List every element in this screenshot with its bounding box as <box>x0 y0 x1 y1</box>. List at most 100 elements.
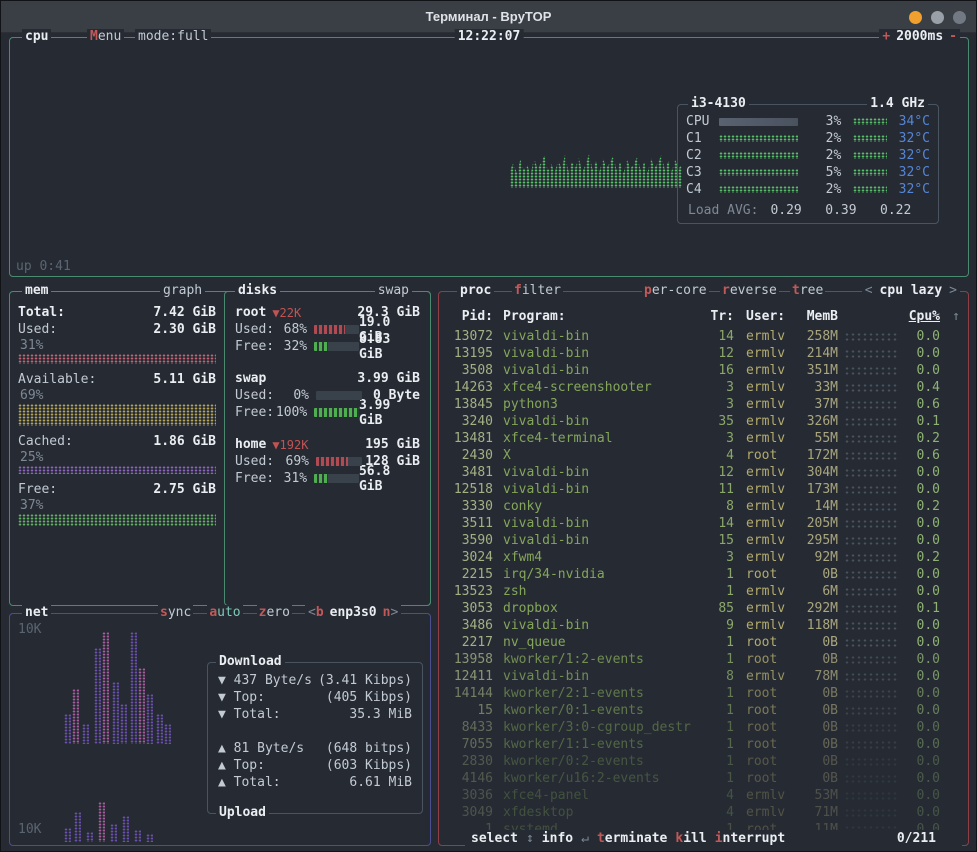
process-row[interactable]: 15 kworker/0:1-events 1 root 0B 0.0 <box>447 702 960 719</box>
disk-name: home <box>235 437 267 452</box>
process-threads: 8 <box>726 669 734 684</box>
disk-free-value: 3.99 GiB <box>359 397 391 428</box>
process-mem: 351M <box>806 363 838 378</box>
column-cpu: Cpu% <box>908 309 940 324</box>
process-row[interactable]: 8433 kworker/3:0-cgroup_destr 1 root 0B … <box>447 719 960 736</box>
process-name: vivaldi-bin <box>503 465 590 480</box>
close-button[interactable] <box>953 10 966 24</box>
maximize-button[interactable] <box>931 10 944 24</box>
cpu-core-row: C2 2% 32°C <box>686 147 930 164</box>
process-row[interactable]: 3330 conky 8 ermlv 14M 0.2 <box>447 498 960 515</box>
process-pid: 14263 <box>453 380 493 395</box>
swap-toggle-button[interactable]: swap <box>374 283 412 299</box>
process-cpu: 0.0 <box>916 567 940 582</box>
process-row[interactable]: 3486 vivaldi-bin 9 ermlv 118M 0.0 <box>447 617 960 634</box>
iface-next-button[interactable]: n> <box>383 605 399 620</box>
process-threads: 3 <box>726 397 734 412</box>
process-name: python3 <box>503 397 558 412</box>
process-cpu-minigraph <box>844 451 898 460</box>
process-row[interactable]: 3036 xfce4-panel 4 ermlv 53M 0.0 <box>447 787 960 804</box>
disk-name: swap <box>235 371 267 386</box>
mode-button[interactable]: mode:full <box>135 29 212 45</box>
per-core-button[interactable]: per-core <box>642 283 709 299</box>
process-row[interactable]: 2830 kworker/0:2-events 1 root 0B 0.0 <box>447 753 960 770</box>
filter-button[interactable]: filter <box>512 283 563 299</box>
menu-button[interactable]: Menu <box>87 29 125 45</box>
graph-toggle-button[interactable]: graph <box>160 283 206 299</box>
sort-next-button[interactable]: > <box>949 283 957 299</box>
process-row[interactable]: 3511 vivaldi-bin 14 ermlv 205M 0.0 <box>447 515 960 532</box>
process-threads: 35 <box>718 414 734 429</box>
process-row[interactable]: 12411 vivaldi-bin 8 ermlv 78M 0.0 <box>447 668 960 685</box>
net-stat-line: ▲ Top: (603 Kibps) <box>218 758 412 775</box>
core-temp-minigraph <box>853 186 887 193</box>
process-mem: 6M <box>822 584 838 599</box>
info-button[interactable]: info <box>542 830 573 847</box>
process-user: ermlv <box>746 618 786 633</box>
zero-button[interactable]: zero <box>256 605 292 620</box>
process-pid: 3024 <box>461 550 493 565</box>
process-cpu: 0.0 <box>916 754 940 769</box>
process-row[interactable]: 13195 vivaldi-bin 12 ermlv 214M 0.0 <box>447 345 960 362</box>
core-name: C2 <box>686 148 702 163</box>
cpu-core-row: C3 5% 32°C <box>686 164 930 181</box>
process-name: kworker/u16:2-events <box>503 771 660 786</box>
process-cpu-minigraph <box>844 468 898 477</box>
process-name: xfdesktop <box>503 805 574 820</box>
kill-button[interactable]: kill <box>675 830 706 847</box>
reverse-key: r <box>722 283 730 298</box>
auto-button[interactable]: auto <box>207 605 243 620</box>
process-row[interactable]: 3024 xfwm4 3 ermlv 92M 0.2 <box>447 549 960 566</box>
process-row[interactable]: 13958 kworker/1:2-events 1 root 0B 0.0 <box>447 651 960 668</box>
core-temperature: 34°C <box>898 114 930 129</box>
process-cpu-minigraph <box>844 587 898 596</box>
process-row[interactable]: 13481 xfce4-terminal 3 ermlv 55M 0.2 <box>447 430 960 447</box>
process-row[interactable]: 13523 zsh 1 ermlv 6M 0.0 <box>447 583 960 600</box>
process-row[interactable]: 2217 nv_queue 1 root 0B 0.0 <box>447 634 960 651</box>
process-row[interactable]: 13072 vivaldi-bin 14 ermlv 258M 0.0 <box>447 328 960 345</box>
filter-key: f <box>514 283 522 298</box>
reverse-button[interactable]: reverse <box>720 283 779 299</box>
process-row[interactable]: 2215 irq/34-nvidia 1 root 0B 0.0 <box>447 566 960 583</box>
process-mem: 118M <box>806 618 838 633</box>
minimize-button[interactable] <box>909 10 922 24</box>
disk-io-activity: ▼192K <box>272 437 309 452</box>
interval-decrease-button[interactable]: - <box>949 29 957 44</box>
process-row[interactable]: 14144 kworker/2:1-events 1 root 0B 0.0 <box>447 685 960 702</box>
terminate-button[interactable]: terminate <box>597 830 667 847</box>
sort-prev-button[interactable]: < <box>865 283 873 299</box>
process-row[interactable]: 3590 vivaldi-bin 15 ermlv 295M 0.0 <box>447 532 960 549</box>
process-row[interactable]: 7055 kworker/1:1-events 1 root 0B 0.0 <box>447 736 960 753</box>
process-threads: 1 <box>726 703 734 718</box>
sync-button[interactable]: sync <box>158 605 194 620</box>
process-row[interactable]: 3240 vivaldi-bin 35 ermlv 326M 0.1 <box>447 413 960 430</box>
terminal-window: Терминал - BpyTOP cpu Menu mode:full 12:… <box>0 0 977 852</box>
core-temp-minigraph <box>853 152 887 159</box>
interval-increase-button[interactable]: + <box>882 29 890 44</box>
process-cpu: 0.0 <box>916 363 940 378</box>
process-row[interactable]: 3481 vivaldi-bin 12 ermlv 304M 0.0 <box>447 464 960 481</box>
process-row[interactable]: 12518 vivaldi-bin 11 ermlv 173M 0.0 <box>447 481 960 498</box>
scroll-up-indicator[interactable]: ↑ <box>942 309 960 324</box>
process-mem: 37M <box>814 397 838 412</box>
tree-button[interactable]: tree <box>790 283 826 299</box>
process-threads: 14 <box>718 329 734 344</box>
process-user: ermlv <box>746 601 786 616</box>
process-cpu-minigraph <box>844 604 898 613</box>
interrupt-button[interactable]: interrupt <box>715 830 785 847</box>
process-threads: 11 <box>718 482 734 497</box>
process-row[interactable]: 2430 X 4 root 172M 0.6 <box>447 447 960 464</box>
process-user: ermlv <box>746 363 786 378</box>
process-row[interactable]: 3508 vivaldi-bin 16 ermlv 351M 0.0 <box>447 362 960 379</box>
column-mem: MemB <box>806 309 838 324</box>
process-row[interactable]: 3053 dropbox 85 ermlv 292M 0.1 <box>447 600 960 617</box>
process-row[interactable]: 3049 xfdesktop 4 ermlv 71M 0.0 <box>447 804 960 821</box>
process-counter: 0/211 <box>896 831 936 846</box>
process-row[interactable]: 4146 kworker/u16:2-events 1 root 0B 0.0 <box>447 770 960 787</box>
mem-total-label: Total: <box>18 305 65 320</box>
process-pid: 3240 <box>461 414 493 429</box>
process-row[interactable]: 14263 xfce4-screenshooter 3 ermlv 33M 0.… <box>447 379 960 396</box>
per-core-rest: er-core <box>651 283 707 298</box>
iface-prev-button[interactable]: <b <box>308 605 324 620</box>
process-row[interactable]: 13845 python3 3 ermlv 37M 0.6 <box>447 396 960 413</box>
